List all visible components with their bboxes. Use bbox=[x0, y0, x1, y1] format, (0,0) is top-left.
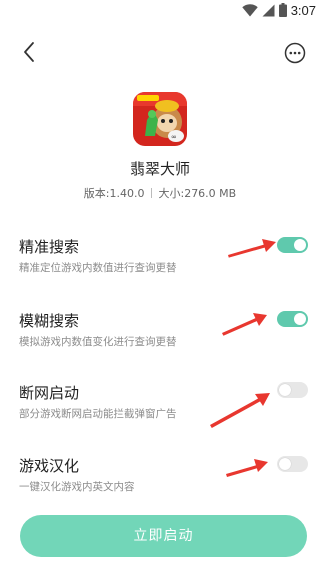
toggle-knob bbox=[294, 313, 306, 325]
app-meta: 版本:1.40.0 大小:276.0 MB bbox=[0, 185, 320, 201]
more-button[interactable] bbox=[284, 42, 306, 64]
back-button[interactable] bbox=[18, 40, 42, 64]
setting-description: 精准定位游戏内数值进行查询更替 bbox=[19, 262, 177, 274]
signal-icon bbox=[262, 4, 275, 16]
status-icons: 3:07 bbox=[241, 2, 316, 18]
launch-button[interactable]: 立即启动 bbox=[20, 515, 307, 557]
status-bar: 3:07 bbox=[0, 0, 320, 20]
setting-offline-launch: 断网启动 部分游戏断网启动能拦截弹窗广告 bbox=[0, 382, 320, 432]
offline-launch-toggle[interactable] bbox=[277, 382, 308, 398]
toggle-knob bbox=[279, 458, 291, 470]
setting-title: 断网启动 bbox=[19, 384, 80, 402]
more-horizontal-icon bbox=[284, 42, 306, 64]
setting-title: 模糊搜索 bbox=[19, 312, 80, 330]
toggle-knob bbox=[294, 239, 306, 251]
setting-title: 精准搜索 bbox=[19, 238, 80, 256]
meta-divider bbox=[150, 188, 152, 198]
setting-title: 游戏汉化 bbox=[19, 457, 80, 475]
toggle-knob bbox=[279, 384, 291, 396]
svg-text:∞: ∞ bbox=[171, 133, 177, 141]
app-size: 大小:276.0 MB bbox=[158, 187, 237, 200]
app-version: 版本:1.40.0 bbox=[83, 187, 145, 200]
setting-game-localization: 游戏汉化 一键汉化游戏内英文内容 bbox=[0, 455, 320, 505]
setting-description: 部分游戏断网启动能拦截弹窗广告 bbox=[19, 408, 177, 420]
app-name: 翡翠大师 bbox=[129, 160, 190, 178]
status-time: 3:07 bbox=[290, 2, 316, 18]
setting-description: 模拟游戏内数值变化进行查询更替 bbox=[19, 336, 177, 348]
chevron-left-icon bbox=[24, 42, 34, 62]
precise-search-toggle[interactable] bbox=[277, 237, 308, 253]
setting-precise-search: 精准搜索 精准定位游戏内数值进行查询更替 bbox=[0, 236, 320, 286]
game-localization-toggle[interactable] bbox=[277, 456, 308, 472]
game-app-icon: ∞ bbox=[133, 92, 187, 146]
wifi-icon bbox=[241, 3, 258, 16]
setting-fuzzy-search: 模糊搜索 模拟游戏内数值变化进行查询更替 bbox=[0, 310, 320, 360]
battery-icon bbox=[278, 3, 287, 17]
fuzzy-search-toggle[interactable] bbox=[277, 311, 308, 327]
setting-description: 一键汉化游戏内英文内容 bbox=[19, 481, 135, 493]
